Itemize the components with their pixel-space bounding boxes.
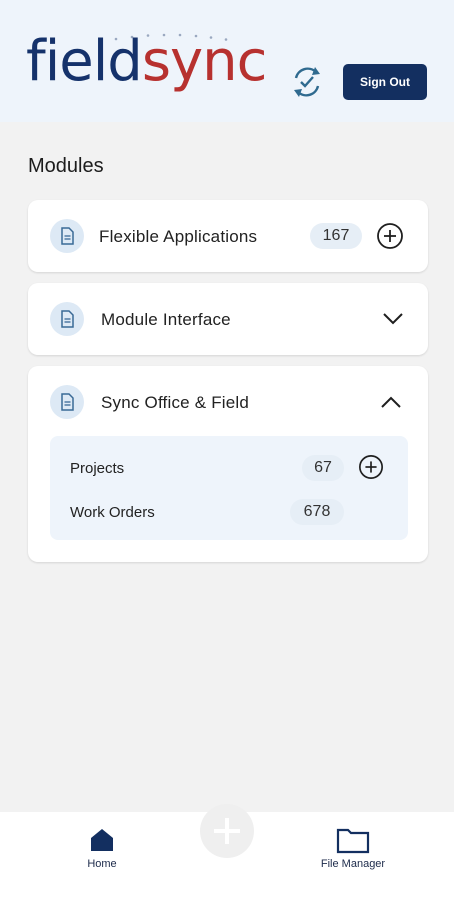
plus-icon <box>214 818 240 844</box>
count-badge: 67 <box>302 455 344 481</box>
logo-part-sync: sync <box>141 29 268 94</box>
module-label: Sync Office & Field <box>101 393 250 412</box>
submodule-label-projects[interactable]: Projects <box>70 460 124 477</box>
add-circle-icon[interactable] <box>376 222 404 250</box>
nav-item-home[interactable]: Home <box>82 826 122 870</box>
document-icon <box>50 219 84 253</box>
sync-check-icon[interactable] <box>288 64 326 100</box>
count-badge: 678 <box>290 499 344 525</box>
chevron-up-icon[interactable] <box>380 395 402 409</box>
module-label: Flexible Applications <box>99 227 258 246</box>
folder-icon <box>336 828 370 854</box>
module-card-sync-office-field[interactable]: Sync Office & Field Projects 67 Work Ord… <box>28 366 428 562</box>
modules-title: Modules <box>28 155 104 177</box>
home-icon <box>91 829 113 851</box>
count-badge: 167 <box>310 223 362 249</box>
logo-wordmark: fieldsync <box>26 34 267 90</box>
module-label: Module Interface <box>101 310 231 329</box>
nav-label: Home <box>87 858 117 870</box>
module-card-module-interface[interactable]: Module Interface <box>28 283 428 355</box>
add-circle-icon[interactable] <box>358 454 384 480</box>
submodule-panel: Projects 67 Work Orders 678 <box>50 436 408 540</box>
nav-item-file-manager[interactable]: File Manager <box>312 826 394 870</box>
sign-out-button[interactable]: Sign Out <box>343 64 427 100</box>
fieldsync-logo: fieldsync <box>26 30 267 110</box>
logo-part-field: field <box>26 29 143 94</box>
app-header: fieldsync Sign Out <box>0 0 454 122</box>
document-icon <box>50 385 84 419</box>
document-icon <box>50 302 84 336</box>
nav-label: File Manager <box>320 858 386 870</box>
submodule-label-work-orders[interactable]: Work Orders <box>70 504 155 521</box>
chevron-down-icon[interactable] <box>382 312 404 326</box>
add-fab-button[interactable] <box>200 804 254 858</box>
module-card-flexible-applications[interactable]: Flexible Applications 167 <box>28 200 428 272</box>
